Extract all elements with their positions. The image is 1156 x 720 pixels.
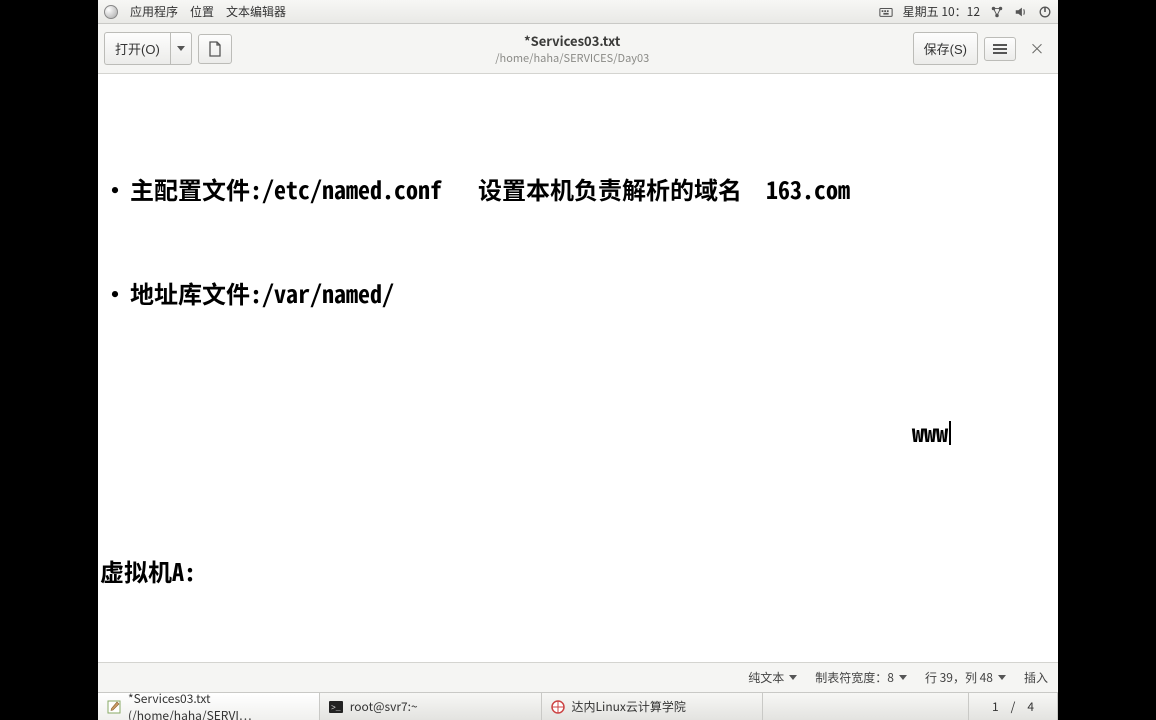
- taskbar-item-browser[interactable]: 达内Linux云计算学院: [542, 693, 764, 720]
- status-position-label: 行 39，列 48: [925, 669, 993, 686]
- taskbar-item-label: *Services03.txt (/home/haha/SERVI…: [128, 690, 311, 720]
- chevron-down-icon: [177, 46, 185, 51]
- letterbox-right: [1058, 0, 1156, 720]
- new-document-button[interactable]: [198, 34, 232, 64]
- status-tabwidth-label: 制表符宽度：8: [815, 669, 894, 686]
- pager-current: 1: [992, 698, 999, 715]
- status-bar: 纯文本 制表符宽度：8 行 39，列 48 插入: [98, 662, 1058, 692]
- gnome-logo-icon: [104, 5, 118, 19]
- text-line: 地址库文件:/var/named/: [130, 276, 394, 311]
- taskbar-item-label: root@svr7:~: [350, 698, 418, 715]
- open-button[interactable]: 打开(O): [104, 32, 170, 65]
- status-mode-label: 插入: [1024, 669, 1048, 686]
- pager-total: 4: [1027, 698, 1034, 715]
- title-block: *Services03.txt /home/haha/SERVICES/Day0…: [238, 31, 907, 66]
- status-insert-mode: 插入: [1024, 669, 1048, 686]
- hamburger-icon: [993, 44, 1007, 54]
- letterbox-left: [0, 0, 98, 720]
- bullet-icon: •: [100, 276, 130, 311]
- status-filetype[interactable]: 纯文本: [748, 669, 797, 686]
- text-line: 主配置文件:/etc/named.conf: [130, 171, 442, 206]
- desktop: 应用程序 位置 文本编辑器 星期五 10：12 打开(O): [98, 0, 1058, 720]
- svg-text:>_: >_: [331, 704, 341, 713]
- taskbar-item-editor[interactable]: *Services03.txt (/home/haha/SERVI…: [98, 693, 320, 720]
- pager-separator: /: [1011, 698, 1016, 715]
- document-icon: [207, 41, 223, 57]
- taskbar-item-terminal[interactable]: >_ root@svr7:~: [320, 693, 542, 720]
- open-dropdown-button[interactable]: [170, 32, 192, 65]
- terminal-icon: >_: [328, 699, 344, 715]
- keyboard-icon[interactable]: [879, 5, 893, 19]
- taskbar: *Services03.txt (/home/haha/SERVI… >_ ro…: [98, 692, 1058, 720]
- chevron-down-icon: [998, 675, 1006, 680]
- status-filetype-label: 纯文本: [748, 669, 784, 686]
- text-line: www: [912, 414, 948, 449]
- workspace-pager[interactable]: 1 / 4: [968, 693, 1058, 720]
- chevron-down-icon: [789, 675, 797, 680]
- text-editor-icon: [106, 699, 122, 715]
- taskbar-item-label: 达内Linux云计算学院: [572, 698, 686, 715]
- open-button-group: 打开(O): [104, 32, 192, 65]
- file-title: *Services03.txt: [238, 31, 907, 50]
- close-button[interactable]: ×: [1022, 38, 1052, 59]
- status-tabwidth[interactable]: 制表符宽度：8: [815, 669, 907, 686]
- text-line: 设置本机负责解析的域名 163.com: [478, 171, 850, 206]
- text-line: 虚拟机A:: [98, 554, 1058, 589]
- editor-headerbar: 打开(O) *Services03.txt /home/haha/SERVICE…: [98, 24, 1058, 74]
- menu-applications[interactable]: 应用程序: [130, 3, 178, 20]
- editor-text-area[interactable]: • 主配置文件:/etc/named.conf 设置本机负责解析的域名 163.…: [98, 74, 1058, 662]
- bullet-icon: •: [100, 172, 130, 207]
- volume-icon[interactable]: [1014, 5, 1028, 19]
- file-path: /home/haha/SERVICES/Day03: [238, 50, 907, 66]
- power-icon[interactable]: [1038, 5, 1052, 19]
- status-position[interactable]: 行 39，列 48: [925, 669, 1006, 686]
- browser-icon: [550, 699, 566, 715]
- hamburger-menu-button[interactable]: [984, 37, 1016, 61]
- clock-datetime[interactable]: 星期五 10：12: [903, 3, 980, 20]
- system-top-bar: 应用程序 位置 文本编辑器 星期五 10：12: [98, 0, 1058, 24]
- text-cursor: [949, 421, 951, 445]
- chevron-down-icon: [899, 675, 907, 680]
- network-icon[interactable]: [990, 5, 1004, 19]
- save-button[interactable]: 保存(S): [913, 32, 978, 65]
- menu-text-editor[interactable]: 文本编辑器: [226, 3, 286, 20]
- menu-places[interactable]: 位置: [190, 3, 214, 20]
